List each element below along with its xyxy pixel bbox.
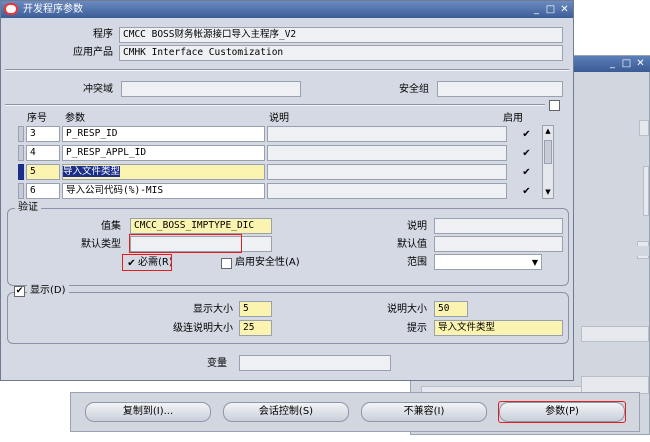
copy-to-button[interactable]: 复制到(I)... [85, 402, 211, 422]
minimize-icon[interactable]: _ [530, 3, 543, 16]
display-size-field[interactable]: 5 [239, 301, 272, 317]
seq-field[interactable]: 4 [26, 145, 60, 161]
enabled-checkbox[interactable]: ✔ [521, 167, 532, 178]
close-icon[interactable]: ✕ [558, 3, 571, 16]
seq-field[interactable]: 3 [26, 126, 60, 142]
col-seq-header: 序号 [27, 113, 47, 124]
annotation-box [122, 254, 172, 271]
display-size-label: 显示大小 [193, 304, 233, 315]
range-label: 范围 [407, 257, 427, 268]
enabled-checkbox[interactable]: ✔ [521, 148, 532, 159]
default-type-label: 默认类型 [81, 239, 121, 250]
concat-desc-size-field[interactable]: 25 [239, 320, 272, 336]
display-checkbox[interactable]: ✔ [14, 286, 25, 297]
bg-space [571, 246, 649, 256]
row-selector[interactable] [18, 145, 24, 161]
desc-field[interactable] [267, 164, 507, 180]
description-field[interactable] [434, 218, 563, 234]
default-value-label: 默认值 [397, 239, 427, 250]
row-selector-current[interactable] [18, 164, 24, 180]
conflict-domain-field[interactable] [121, 81, 301, 97]
display-group [7, 292, 569, 344]
desc-size-field[interactable]: 50 [434, 301, 468, 317]
security-group-label: 安全组 [399, 84, 429, 95]
token-field[interactable] [239, 355, 391, 371]
display-group-label: 显示(D) [27, 284, 69, 298]
desc-field[interactable] [267, 126, 507, 142]
prompt-label: 提示 [407, 323, 427, 334]
range-select[interactable]: ▼ [434, 254, 542, 270]
application-field[interactable]: CMHK Interface Customization [119, 45, 563, 61]
desc-field[interactable] [267, 145, 507, 161]
seq-field[interactable]: 5 [26, 164, 60, 180]
application-label: 应用产品 [73, 47, 113, 58]
divider [5, 69, 569, 71]
expand-checkbox[interactable] [549, 100, 560, 111]
valueset-label: 值集 [101, 221, 121, 232]
annotation-box [129, 234, 242, 253]
close-icon[interactable]: ✕ [634, 57, 647, 70]
enable-security-checkbox[interactable] [221, 258, 232, 269]
divider [5, 104, 545, 106]
security-group-field[interactable] [437, 81, 563, 97]
enabled-checkbox[interactable]: ✔ [521, 129, 532, 140]
param-field[interactable]: P_RESP_ID [62, 126, 265, 142]
bg-field [643, 166, 649, 216]
row-selector[interactable] [18, 183, 24, 199]
chevron-down-icon[interactable]: ▼ [532, 256, 538, 269]
param-field[interactable]: P_RESP_APPL_ID [62, 145, 265, 161]
maximize-icon[interactable]: □ [544, 3, 557, 16]
prompt-field[interactable]: 导入文件类型 [434, 320, 563, 336]
minimize-icon[interactable]: _ [606, 57, 619, 70]
titlebar: 开发程序参数 _ □ ✕ [1, 1, 573, 18]
col-desc-header: 说明 [269, 113, 289, 124]
annotation-box [498, 401, 626, 423]
session-control-button[interactable]: 会话控制(S) [223, 402, 349, 422]
token-label: 变量 [207, 358, 227, 369]
conflict-domain-label: 冲突域 [83, 84, 113, 95]
row-selector[interactable] [18, 126, 24, 142]
scroll-down-icon[interactable]: ▼ [544, 188, 552, 196]
param-text-selected: 导入文件类型 [63, 166, 121, 177]
incompatibility-button[interactable]: 不兼容(I) [361, 402, 487, 422]
window-title: 开发程序参数 [23, 4, 83, 15]
scroll-up-icon[interactable]: ▲ [544, 127, 552, 135]
desc-size-label: 说明大小 [387, 304, 427, 315]
program-label: 程序 [93, 29, 113, 40]
seq-field[interactable]: 6 [26, 183, 60, 199]
valueset-field[interactable]: CMCC_BOSS_IMPTYPE_DIC [130, 218, 272, 234]
description-label: 说明 [407, 221, 427, 232]
param-field-current[interactable]: 导入文件类型 [62, 164, 265, 180]
concat-desc-size-label: 级连说明大小 [173, 323, 233, 334]
desc-field[interactable] [267, 183, 507, 199]
enabled-checkbox[interactable]: ✔ [521, 186, 532, 197]
grid-scrollbar[interactable]: ▲ ▼ [542, 125, 554, 199]
bg-field [639, 120, 649, 136]
bg-field [581, 326, 649, 342]
program-field[interactable]: CMCC BOSS财务帐源接口导入主程序_V2 [119, 27, 563, 43]
col-param-header: 参数 [65, 113, 85, 124]
maximize-icon[interactable]: □ [620, 57, 633, 70]
default-value-field[interactable] [434, 236, 563, 252]
col-enabled-header: 启用 [503, 113, 523, 124]
scroll-thumb[interactable] [544, 140, 552, 164]
validation-group-label: 验证 [15, 201, 41, 215]
param-field[interactable]: 导入公司代码(%)-MIS [62, 183, 265, 199]
enable-security-label: 启用安全性(A) [235, 257, 300, 268]
oracle-icon [4, 3, 18, 15]
program-parameters-window: 开发程序参数 _ □ ✕ 程序 CMCC BOSS财务帐源接口导入主程序_V2 … [0, 0, 574, 381]
